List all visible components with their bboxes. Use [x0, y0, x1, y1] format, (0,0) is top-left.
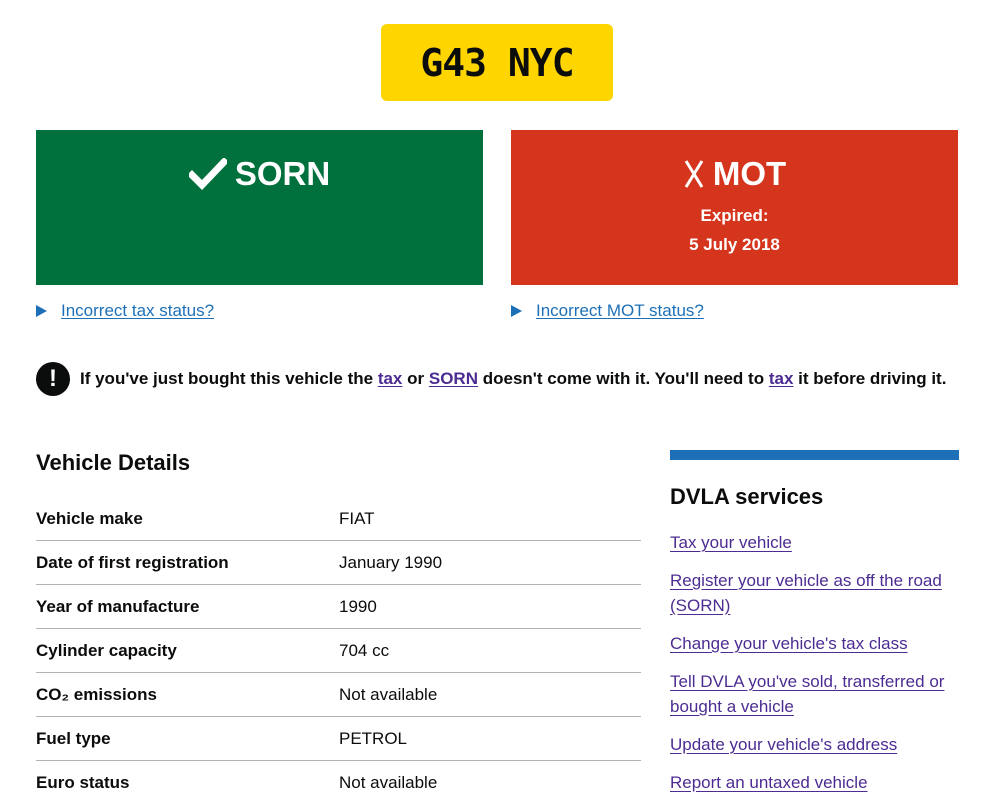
tax-status-label: SORN: [234, 155, 331, 192]
warning-text: ! If you've just bought this vehicle the…: [36, 362, 966, 396]
warning-tax-link-2[interactable]: tax: [769, 369, 794, 388]
dvla-services-heading: DVLA services: [670, 484, 824, 509]
mot-status-label: MOT: [712, 155, 787, 192]
triangle-right-icon: [36, 305, 47, 317]
update-address-link[interactable]: Update your vehicle's address: [670, 735, 897, 754]
dvla-services-panel: DVLA services Tax your vehicle Register …: [670, 450, 959, 808]
vehicle-details-heading: Vehicle Details: [36, 450, 191, 475]
table-row: Euro status Not available: [36, 772, 438, 792]
triangle-right-icon: [511, 305, 522, 317]
table-row: Cylinder capacity 704 cc: [36, 629, 641, 673]
incorrect-tax-status-link[interactable]: Incorrect tax status?: [61, 301, 214, 321]
mot-expired-date: 5 July 2018: [689, 235, 780, 254]
check-icon: [188, 158, 227, 190]
warning-sorn-link[interactable]: SORN: [429, 369, 478, 388]
table-row: CO₂ emissions Not available: [36, 673, 641, 717]
vehicle-details-list: Vehicle make FIAT Date of first registra…: [36, 497, 641, 804]
table-row: Year of manufacture 1990: [36, 585, 641, 629]
incorrect-mot-status-link[interactable]: Incorrect MOT status?: [536, 301, 704, 321]
incorrect-mot-status-toggle[interactable]: Incorrect MOT status?: [511, 301, 704, 321]
change-tax-class-link[interactable]: Change your vehicle's tax class: [670, 634, 908, 653]
exclamation-icon: !: [36, 362, 70, 396]
warning-tax-link[interactable]: tax: [378, 369, 403, 388]
table-row: Fuel type PETROL: [36, 717, 641, 761]
report-untaxed-link[interactable]: Report an untaxed vehicle: [670, 773, 868, 792]
mot-status-panel: MOT Expired: 5 July 2018: [511, 130, 958, 285]
register-sorn-link[interactable]: Register your vehicle as off the road (S…: [670, 571, 942, 615]
table-row: Vehicle make FIAT: [36, 497, 641, 541]
cross-icon: [684, 160, 704, 188]
tell-dvla-sold-link[interactable]: Tell DVLA you've sold, transferred or bo…: [670, 672, 944, 716]
tax-status-panel: SORN: [36, 130, 483, 285]
incorrect-tax-status-toggle[interactable]: Incorrect tax status?: [36, 301, 214, 321]
registration-plate: G43 NYC: [381, 24, 613, 101]
table-row: Date of first registration January 1990: [36, 541, 641, 585]
tax-your-vehicle-link[interactable]: Tax your vehicle: [670, 533, 792, 552]
mot-expired-label: Expired:: [700, 206, 769, 225]
